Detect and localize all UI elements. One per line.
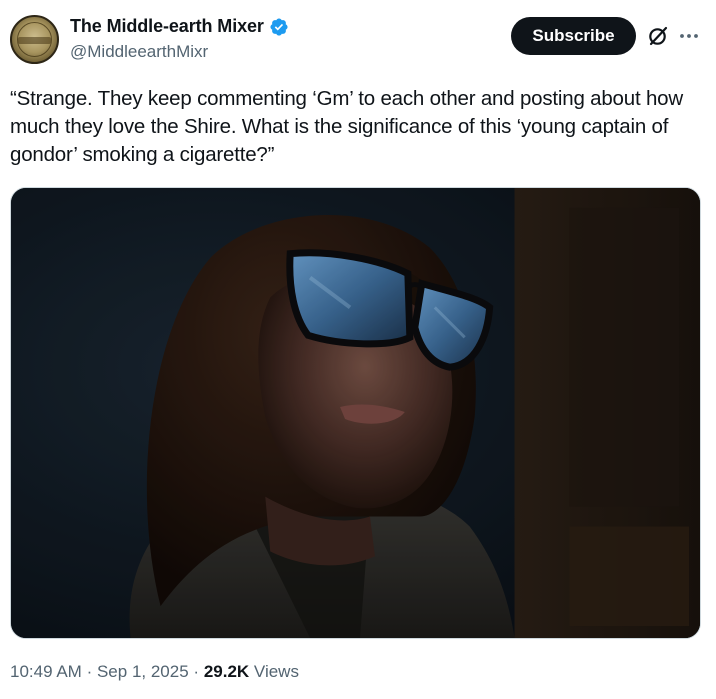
subscribe-button[interactable]: Subscribe xyxy=(511,17,636,55)
tweet-date[interactable]: Sep 1, 2025 xyxy=(97,662,189,681)
author-handle[interactable]: @MiddleearthMixr xyxy=(70,42,208,62)
tweet-time[interactable]: 10:49 AM xyxy=(10,662,82,681)
tweet-meta: 10:49 AM · Sep 1, 2025 · 29.2K Views xyxy=(10,662,299,682)
avatar[interactable] xyxy=(10,15,59,64)
author-display-name[interactable]: The Middle-earth Mixer xyxy=(70,16,264,37)
more-icon[interactable] xyxy=(678,26,700,46)
media-scene xyxy=(11,188,700,638)
views-label: Views xyxy=(253,662,299,681)
grok-icon[interactable] xyxy=(646,24,670,48)
meta-separator: · xyxy=(193,662,200,681)
tweet-media-image[interactable] xyxy=(10,187,701,639)
verified-badge-icon xyxy=(270,17,288,36)
tweet-text: “Strange. They keep commenting ‘Gm’ to e… xyxy=(10,87,683,166)
views-count: 29.2K xyxy=(203,662,250,681)
tweet: The Middle-earth Mixer @MiddleearthMixr … xyxy=(0,0,716,699)
author-name-row: The Middle-earth Mixer xyxy=(70,16,289,37)
meta-separator: · xyxy=(86,662,93,681)
avatar-seal-banner xyxy=(18,37,51,44)
